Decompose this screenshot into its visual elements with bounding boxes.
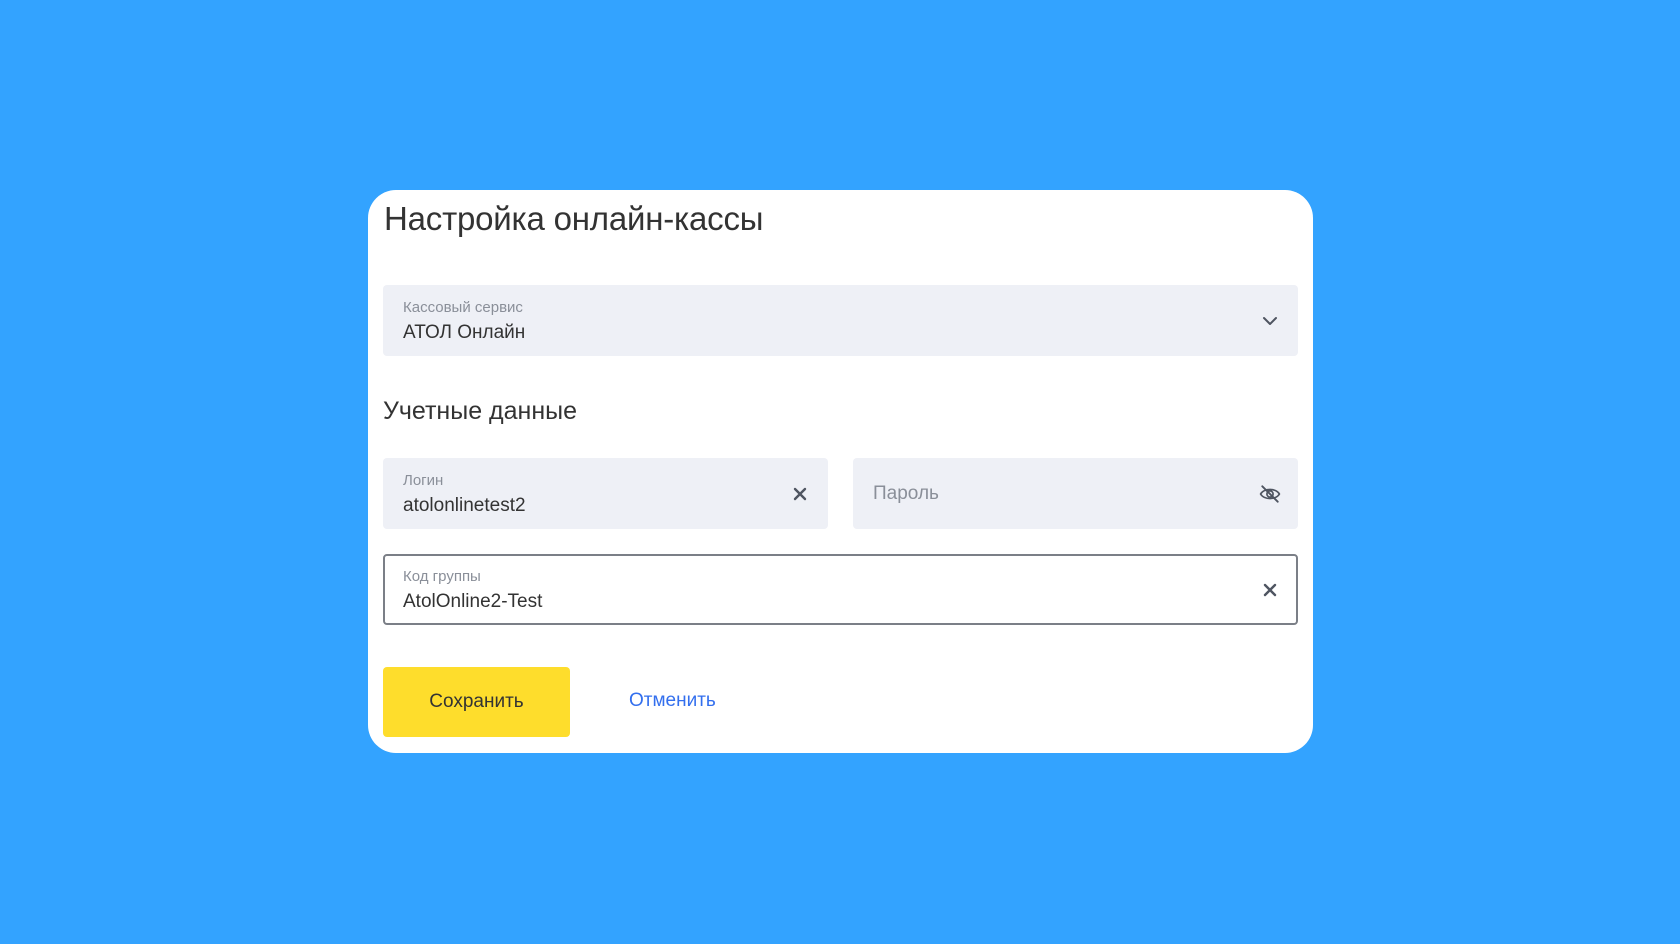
- login-label: Логин: [403, 472, 444, 489]
- group-code-value: AtolOnline2-Test: [403, 591, 543, 612]
- password-placeholder: Пароль: [873, 483, 939, 504]
- chevron-down-icon[interactable]: [1258, 309, 1282, 333]
- save-button[interactable]: Сохранить: [383, 667, 570, 737]
- login-value: atolonlinetest2: [403, 495, 526, 516]
- cancel-link[interactable]: Отменить: [629, 690, 716, 712]
- cash-service-select[interactable]: Кассовый сервис АТОЛ Онлайн: [383, 285, 1298, 356]
- dialog-title: Настройка онлайн-кассы: [384, 200, 764, 237]
- login-field[interactable]: Логин atolonlinetest2: [383, 458, 828, 529]
- group-code-label: Код группы: [403, 568, 481, 585]
- eye-off-icon[interactable]: [1258, 482, 1282, 506]
- cash-service-label: Кассовый сервис: [403, 299, 523, 316]
- online-cash-settings-dialog: Настройка онлайн-кассы Кассовый сервис А…: [368, 190, 1313, 753]
- group-code-field[interactable]: Код группы AtolOnline2-Test: [383, 554, 1298, 625]
- close-icon[interactable]: [788, 482, 812, 506]
- password-field[interactable]: Пароль: [853, 458, 1298, 529]
- close-icon[interactable]: [1258, 578, 1282, 602]
- credentials-heading: Учетные данные: [383, 397, 578, 425]
- cash-service-value: АТОЛ Онлайн: [403, 322, 526, 343]
